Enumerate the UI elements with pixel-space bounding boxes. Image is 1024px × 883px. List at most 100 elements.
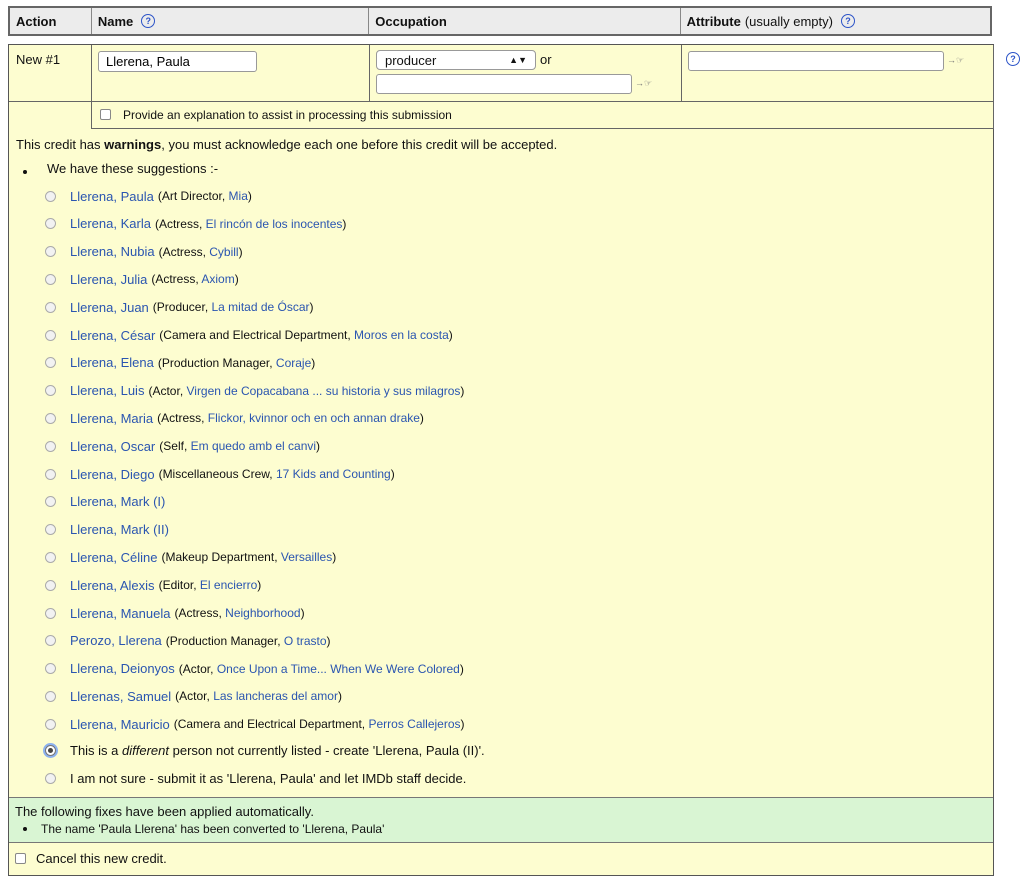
- suggestion-name-link[interactable]: Llerena, Mauricio: [70, 717, 170, 732]
- suggestion-option[interactable]: Llerena, Maria (Actress, Flickor, kvinnor…: [45, 407, 424, 429]
- suggestion-title-link[interactable]: La mitad de Óscar: [211, 300, 309, 314]
- suggestion-option[interactable]: Llerena, César (Camera and Electrical Dep…: [45, 324, 453, 346]
- suggestion-name-link[interactable]: Llerena, Mark (II): [70, 522, 169, 537]
- suggestion-title-link[interactable]: Moros en la costa: [354, 328, 449, 342]
- explanation-checkbox[interactable]: [100, 109, 111, 120]
- suggestion-radio[interactable]: [45, 329, 56, 341]
- name-input[interactable]: [98, 51, 257, 72]
- suggestion-title-link[interactable]: Versailles: [281, 550, 332, 564]
- suggestion-option[interactable]: Llerena, Diego (Miscellaneous Crew, 17 Ki…: [45, 463, 395, 485]
- suggestion-title-link[interactable]: Coraje: [276, 356, 311, 370]
- suggestion-option[interactable]: Llerena, Luis (Actor, Virgen de Copacaban…: [45, 380, 464, 402]
- row-label: New #1: [16, 52, 61, 67]
- occupation-text-input[interactable]: [376, 74, 632, 94]
- not-sure-radio[interactable]: [45, 772, 56, 784]
- attribute-input[interactable]: [688, 51, 944, 71]
- suggestion-name-link[interactable]: Llerena, Juan: [70, 300, 149, 315]
- suggestion-details: (Actress, El rincón de los inocentes): [154, 216, 347, 231]
- suggestion-name-link[interactable]: Llerena, Mark (I): [70, 494, 165, 509]
- suggestion-title-link[interactable]: Axiom: [201, 272, 234, 286]
- suggestion-title-link[interactable]: 17 Kids and Counting: [276, 467, 391, 481]
- suggestion-name-link[interactable]: Llerena, Céline: [70, 550, 157, 565]
- suggestion-radio[interactable]: [45, 468, 56, 480]
- suggestion-name-link[interactable]: Llerena, Karla: [70, 216, 151, 231]
- suggestion-title-link[interactable]: Flickor, kvinnor och en och annan drake: [208, 411, 420, 425]
- suggestion-name-link[interactable]: Llerena, Diego: [70, 467, 155, 482]
- suggestion-radio[interactable]: [45, 496, 56, 508]
- suggestion-radio[interactable]: [45, 440, 56, 452]
- suggestion-title-link[interactable]: Perros Callejeros: [368, 717, 460, 731]
- different-person-option[interactable]: This is a different person not currently…: [45, 739, 485, 761]
- suggestion-option[interactable]: Llerena, Céline (Makeup Department, Versa…: [45, 546, 336, 568]
- suggestion-radio[interactable]: [45, 663, 56, 675]
- different-person-label: This is a different person not currently…: [70, 742, 485, 758]
- suggestion-title-link[interactable]: Once Upon a Time... When We Were Colored: [217, 662, 460, 676]
- suggestion-name-link[interactable]: Perozo, Llerena: [70, 633, 162, 648]
- suggestion-radio[interactable]: [45, 690, 56, 702]
- suggestion-title-link[interactable]: Cybill: [209, 245, 238, 259]
- suggestion-option[interactable]: Llerena, Deionyos (Actor, Once Upon a Tim…: [45, 658, 464, 680]
- suggestion-option[interactable]: Llerena, Mauricio (Camera and Electrical …: [45, 713, 465, 735]
- auto-fix-text: The name 'Paula Llerena' has been conver…: [41, 822, 385, 836]
- suggestion-radio[interactable]: [45, 524, 56, 536]
- suggestion-name-link[interactable]: Llerena, Deionyos: [70, 661, 175, 676]
- suggestion-option[interactable]: Llerena, Elena (Production Manager, Coraj…: [45, 352, 315, 374]
- suggestion-radio[interactable]: [45, 357, 56, 369]
- suggestion-name-link[interactable]: Llerena, Maria: [70, 411, 153, 426]
- suggestion-radio[interactable]: [45, 551, 56, 563]
- suggestion-name-link[interactable]: Llerenas, Samuel: [70, 689, 171, 704]
- suggestion-radio[interactable]: [45, 579, 56, 591]
- help-question-icon[interactable]: ?: [141, 14, 156, 28]
- suggestion-option[interactable]: Llerena, Mark (I): [45, 491, 165, 513]
- suggestion-title-link[interactable]: O trasto: [284, 634, 327, 648]
- header-attribute-label: Attribute: [686, 13, 741, 29]
- suggestion-option[interactable]: Llerena, Paula (Art Director, Mia): [45, 185, 252, 207]
- suggestion-option[interactable]: Llerena, Alexis (Editor, El encierro): [45, 574, 261, 596]
- arrow-to-field-icon[interactable]: →☞: [947, 55, 964, 66]
- suggestion-option[interactable]: Llerena, Oscar (Self, Em quedo amb el can…: [45, 435, 320, 457]
- suggestion-title-link[interactable]: Las lancheras del amor: [213, 689, 338, 703]
- suggestion-name-link[interactable]: Llerena, Oscar: [70, 439, 155, 454]
- suggestion-name-link[interactable]: Llerena, Nubia: [70, 244, 155, 259]
- suggestion-role: Editor: [162, 578, 194, 593]
- suggestion-option[interactable]: Llerenas, Samuel (Actor, Las lancheras de…: [45, 685, 342, 707]
- suggestion-title-link[interactable]: El encierro: [200, 578, 257, 592]
- suggestion-radio[interactable]: [45, 218, 56, 230]
- suggestion-name-link[interactable]: Llerena, Manuela: [70, 606, 170, 621]
- suggestion-title-link[interactable]: Em quedo amb el canvi: [191, 439, 316, 453]
- suggestion-radio[interactable]: [45, 412, 56, 424]
- suggestion-title-link[interactable]: Virgen de Copacabana ... su historia y s…: [186, 384, 460, 398]
- explanation-row: Provide an explanation to assist in proc…: [91, 101, 993, 129]
- suggestion-radio[interactable]: [45, 273, 56, 285]
- suggestion-option[interactable]: Perozo, Llerena (Production Manager, O tr…: [45, 630, 331, 652]
- suggestion-radio[interactable]: [45, 246, 56, 258]
- suggestion-option[interactable]: Llerena, Mark (II): [45, 519, 169, 541]
- different-person-radio[interactable]: [45, 744, 56, 756]
- suggestion-option[interactable]: Llerena, Manuela (Actress, Neighborhood): [45, 602, 305, 624]
- suggestion-radio[interactable]: [45, 718, 56, 730]
- suggestion-option[interactable]: Llerena, Julia (Actress, Axiom): [45, 268, 239, 290]
- suggestion-radio[interactable]: [45, 385, 56, 397]
- help-question-icon[interactable]: ?: [1006, 52, 1020, 66]
- suggestion-name-link[interactable]: Llerena, Alexis: [70, 578, 155, 593]
- not-sure-option[interactable]: I am not sure - submit it as 'Llerena, P…: [45, 767, 466, 789]
- suggestion-radio[interactable]: [45, 190, 56, 202]
- arrow-to-field-icon[interactable]: →☞: [635, 78, 652, 89]
- suggestion-name-link[interactable]: Llerena, Elena: [70, 355, 154, 370]
- suggestion-name-link[interactable]: Llerena, Luis: [70, 383, 144, 398]
- suggestion-name-link[interactable]: Llerena, Julia: [70, 272, 147, 287]
- suggestion-radio[interactable]: [45, 635, 56, 647]
- help-question-icon[interactable]: ?: [840, 14, 855, 28]
- suggestion-name-link[interactable]: Llerena, César: [70, 328, 155, 343]
- suggestion-option[interactable]: Llerena, Nubia (Actress, Cybill): [45, 241, 243, 263]
- suggestion-title-link[interactable]: Neighborhood: [225, 606, 300, 620]
- suggestion-option[interactable]: Llerena, Juan (Producer, La mitad de Ósca…: [45, 296, 314, 318]
- suggestion-radio[interactable]: [45, 301, 56, 313]
- suggestion-name-link[interactable]: Llerena, Paula: [70, 189, 154, 204]
- suggestion-option[interactable]: Llerena, Karla (Actress, El rincón de los…: [45, 213, 346, 235]
- cancel-credit-checkbox[interactable]: [15, 853, 26, 864]
- suggestion-title-link[interactable]: Mia: [229, 189, 248, 203]
- occupation-select[interactable]: producer ▲▼: [376, 50, 536, 70]
- suggestion-title-link[interactable]: El rincón de los inocentes: [206, 217, 343, 231]
- suggestion-radio[interactable]: [45, 607, 56, 619]
